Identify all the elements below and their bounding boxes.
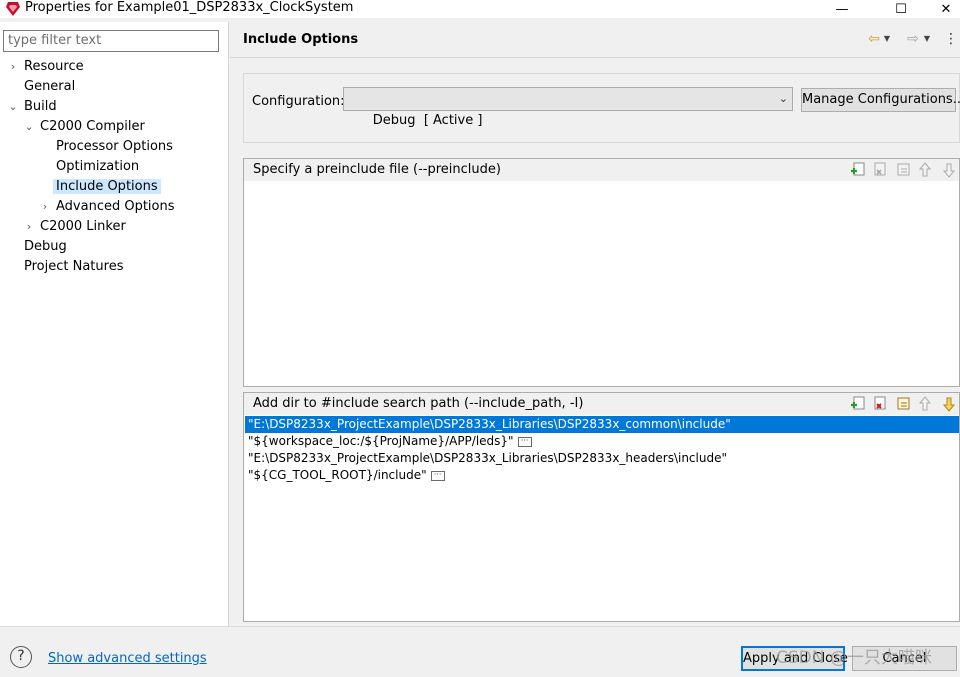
app-icon — [6, 2, 20, 16]
filter-input[interactable]: type filter text — [3, 30, 219, 52]
add-icon[interactable] — [850, 162, 866, 178]
tree-item-label: Optimization — [56, 159, 140, 174]
move-down-icon[interactable] — [941, 396, 957, 412]
tree-item-label: Processor Options — [56, 139, 173, 154]
configuration-label: Configuration: — [252, 94, 345, 109]
title-bar: Properties for Example01_DSP2833x_ClockS… — [0, 0, 960, 18]
move-up-icon[interactable] — [917, 162, 933, 178]
include-path-header: Add dir to #include search path (--inclu… — [244, 393, 959, 415]
more-icon[interactable]: ··· — [517, 436, 532, 447]
tree-item-debug[interactable]: Debug — [24, 237, 67, 257]
manage-configurations-button[interactable]: Manage Configurations... — [801, 88, 960, 112]
window-title: Properties for Example01_DSP2833x_ClockS… — [25, 0, 354, 15]
delete-icon[interactable] — [872, 396, 888, 412]
page-title: Include Options — [243, 32, 359, 47]
show-advanced-settings-link[interactable]: Show advanced settings — [48, 651, 207, 666]
collapse-icon[interactable]: ⌄ — [7, 97, 19, 117]
tree-item-label: C2000 Compiler — [40, 119, 145, 134]
close-button[interactable]: ✕ — [923, 0, 960, 18]
tree-item-include-options[interactable]: Include Options — [53, 177, 161, 197]
include-path-row[interactable]: "${workspace_loc:/${ProjName}/APP/leds}"… — [245, 433, 959, 450]
include-path-text: "E:\DSP8233x_ProjectExample\DSP2833x_Lib… — [248, 417, 731, 431]
expand-icon[interactable]: › — [39, 197, 51, 217]
tree-item-build[interactable]: ⌄ Build — [8, 97, 57, 117]
tree-item-label: Debug — [24, 239, 67, 254]
maximize-button[interactable]: ☐ — [878, 0, 924, 18]
expand-icon[interactable]: › — [7, 57, 19, 77]
view-menu-icon[interactable]: ⋮ — [942, 30, 960, 48]
configuration-value: Debug [ Active ] — [372, 113, 483, 128]
configuration-group: Configuration: Debug [ Active ] ⌄ Manage… — [243, 73, 960, 143]
tree-item-c2000-compiler[interactable]: ⌄ C2000 Compiler — [24, 117, 145, 137]
tree-item-label: Resource — [24, 59, 84, 74]
tree-item-general[interactable]: General — [24, 77, 75, 97]
include-path-list-panel[interactable]: Add dir to #include search path (--inclu… — [243, 392, 960, 622]
forward-arrow-icon[interactable]: ⇨ — [904, 30, 922, 48]
include-path-row[interactable]: "E:\DSP8233x_ProjectExample\DSP2833x_Lib… — [245, 450, 959, 467]
back-arrow-icon[interactable]: ⇦ — [865, 30, 883, 48]
properties-page: Include Options ⇦ ▼ ⇨ ▼ ⋮ Configuration:… — [230, 22, 960, 626]
include-path-row[interactable]: "${CG_TOOL_ROOT}/include" ··· — [245, 467, 959, 484]
tree-item-resource[interactable]: › Resource — [11, 57, 84, 77]
edit-icon[interactable] — [896, 162, 912, 178]
tree-item-label: Build — [24, 99, 57, 114]
configuration-select[interactable]: Debug [ Active ] ⌄ — [343, 87, 793, 128]
back-dropdown-icon[interactable]: ▼ — [882, 30, 892, 48]
tree-item-label: Project Natures — [24, 259, 124, 274]
tree-item-label: General — [24, 79, 76, 94]
tree-item-label: Advanced Options — [56, 199, 175, 214]
dialog-button-bar: ? Show advanced settings Apply and Close… — [0, 626, 960, 677]
edit-icon[interactable] — [896, 396, 912, 412]
collapse-icon[interactable]: ⌄ — [23, 117, 35, 137]
forward-dropdown-icon[interactable]: ▼ — [922, 30, 932, 48]
watermark: CSDN @一只大喵咪 — [776, 648, 932, 668]
expand-icon[interactable]: › — [23, 217, 35, 237]
include-path-title: Add dir to #include search path (--inclu… — [253, 396, 584, 411]
minimize-button[interactable]: — — [819, 0, 865, 18]
preinclude-header: Specify a preinclude file (--preinclude) — [244, 159, 959, 181]
include-path-row[interactable]: "E:\DSP8233x_ProjectExample\DSP2833x_Lib… — [245, 416, 959, 433]
chevron-down-icon: ⌄ — [778, 92, 788, 105]
page-header: Include Options ⇦ ▼ ⇨ ▼ ⋮ — [230, 22, 960, 58]
move-down-icon[interactable] — [941, 162, 957, 178]
tree-item-c2000-linker[interactable]: › C2000 Linker — [27, 217, 126, 237]
tree-item-advanced-options[interactable]: › Advanced Options — [43, 197, 175, 217]
preinclude-title: Specify a preinclude file (--preinclude) — [253, 162, 501, 177]
help-icon[interactable]: ? — [10, 646, 32, 668]
include-path-text: "${CG_TOOL_ROOT}/include" — [248, 468, 427, 482]
add-icon[interactable] — [850, 396, 866, 412]
tree-item-optimization[interactable]: Optimization — [56, 157, 139, 177]
tree-item-label: Include Options — [53, 179, 161, 194]
tree-item-processor-options[interactable]: Processor Options — [56, 137, 173, 157]
include-path-text: "${workspace_loc:/${ProjName}/APP/leds}" — [248, 434, 514, 448]
preinclude-list-panel[interactable]: Specify a preinclude file (--preinclude) — [243, 158, 960, 387]
property-tree-pane: type filter text › Resource General ⌄ Bu… — [0, 22, 229, 626]
tree-item-project-natures[interactable]: Project Natures — [24, 257, 123, 277]
include-path-text: "E:\DSP8233x_ProjectExample\DSP2833x_Lib… — [248, 451, 727, 465]
delete-icon[interactable] — [872, 162, 888, 178]
tree-item-label: C2000 Linker — [40, 219, 126, 234]
move-up-icon[interactable] — [917, 396, 933, 412]
more-icon[interactable]: ··· — [430, 470, 445, 481]
